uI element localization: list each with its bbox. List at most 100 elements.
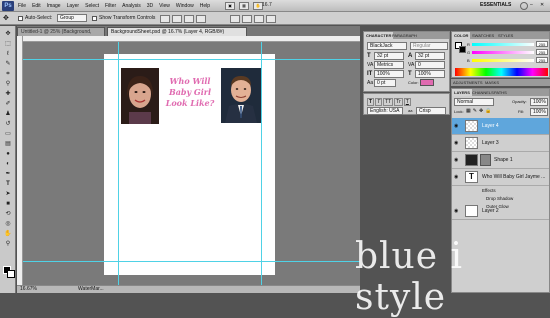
3d-orbit-tool-icon[interactable]: ◎ (3, 220, 13, 229)
visibility-eye-icon[interactable]: ◉ (454, 209, 459, 214)
status-zoom[interactable]: 16.67% (20, 285, 37, 293)
align-left-icon[interactable] (196, 15, 206, 23)
lasso-tool-icon[interactable]: ℓ (3, 50, 13, 59)
transform-controls-checkbox[interactable] (92, 16, 97, 21)
font-style-select[interactable]: Regular (410, 42, 448, 50)
distribute-top-icon[interactable] (230, 15, 240, 23)
baseline-shift-field[interactable]: 0 pt (374, 79, 396, 87)
3d-rotate-tool-icon[interactable]: ⟲ (3, 210, 13, 219)
tab-color[interactable]: COLOR (452, 32, 471, 39)
ruler-vertical[interactable] (17, 36, 23, 285)
font-size-field[interactable]: 32 pt (374, 52, 404, 60)
channel-b-value[interactable]: 255 (536, 57, 548, 63)
channel-g-value[interactable]: 255 (536, 49, 548, 55)
effects-label[interactable]: Effects (482, 188, 496, 193)
layer-name[interactable]: Layer 3 (482, 140, 499, 146)
dodge-tool-icon[interactable]: ◐ (3, 160, 13, 169)
zoom-tool-icon[interactable]: ⚲ (3, 240, 13, 249)
layer-row-shape-1[interactable]: ◉ Shape 1 (452, 152, 549, 169)
channel-r-slider[interactable] (472, 43, 534, 46)
align-top-icon[interactable] (160, 15, 170, 23)
taskbar-item[interactable]: WaterMar... (78, 285, 128, 293)
blur-tool-icon[interactable]: ● (3, 150, 13, 159)
clone-stamp-tool-icon[interactable]: ♟ (3, 110, 13, 119)
layer-name[interactable]: Layer 4 (482, 123, 499, 129)
type-tool-icon[interactable]: T (3, 180, 13, 189)
lock-transparency-icon[interactable]: ▦ (466, 108, 471, 114)
visibility-eye-icon[interactable]: ◉ (454, 141, 459, 146)
tab-background-sheet[interactable]: BackgroundSheet.psd @ 16.7% (Layer 4, RG… (107, 27, 247, 36)
pen-tool-icon[interactable]: ✒ (3, 170, 13, 179)
background-color-swatch[interactable] (7, 270, 15, 278)
gradient-tool-icon[interactable]: ▤ (3, 140, 13, 149)
visibility-eye-icon[interactable]: ◉ (454, 158, 459, 163)
vertical-scale-field[interactable]: 100% (374, 70, 404, 78)
menu-help[interactable]: Help (200, 3, 210, 9)
visibility-eye-icon[interactable]: ◉ (454, 124, 459, 129)
marquee-tool-icon[interactable]: ⬚ (3, 40, 13, 49)
search-icon[interactable] (520, 2, 528, 10)
layer-row-text[interactable]: ◉ T Who Will Baby Girl Jayme ... (452, 169, 549, 186)
menu-select[interactable]: Select (85, 3, 99, 9)
menu-window[interactable]: Window (176, 3, 194, 9)
distribute-middle-icon[interactable] (242, 15, 252, 23)
move-tool-icon[interactable]: ✥ (3, 14, 13, 23)
layer-row-layer-4[interactable]: ◉ Layer 4 (452, 118, 549, 135)
layer-name[interactable]: Shape 1 (494, 157, 513, 163)
antialias-select[interactable]: Crisp (416, 107, 446, 115)
color-background-swatch[interactable] (459, 46, 466, 53)
auto-select-checkbox[interactable] (18, 16, 23, 21)
menu-layer[interactable]: Layer (67, 3, 80, 9)
blend-mode-select[interactable]: Normal (454, 98, 494, 106)
tab-masks[interactable]: MASKS (483, 79, 501, 86)
healing-brush-tool-icon[interactable]: ✚ (3, 90, 13, 99)
color-spectrum-bar[interactable] (455, 68, 548, 76)
brush-tool-icon[interactable]: ✐ (3, 100, 13, 109)
move-tool-icon[interactable]: ✥ (3, 30, 13, 39)
minimize-icon[interactable]: – (530, 2, 535, 9)
ruler-horizontal[interactable] (17, 36, 360, 42)
distribute-bottom-icon[interactable] (254, 15, 264, 23)
faux-bold-icon[interactable]: T (367, 98, 375, 106)
path-select-tool-icon[interactable]: ➤ (3, 190, 13, 199)
kerning-field[interactable]: Metrics (374, 61, 404, 69)
text-color-swatch[interactable] (420, 79, 434, 86)
close-icon[interactable]: ✕ (540, 2, 546, 9)
bridge-icon[interactable]: ▣ (225, 2, 235, 10)
eraser-tool-icon[interactable]: ▭ (3, 130, 13, 139)
align-bottom-icon[interactable] (184, 15, 194, 23)
language-select[interactable]: English: USA (367, 107, 403, 115)
quick-select-tool-icon[interactable]: ✎ (3, 60, 13, 69)
layer-row-layer-3[interactable]: ◉ Layer 3 (452, 135, 549, 152)
tab-paragraph[interactable]: PARAGRAPH (390, 32, 419, 39)
menu-edit[interactable]: Edit (32, 3, 41, 9)
tab-swatches[interactable]: SWATCHES (470, 32, 496, 39)
font-family-select[interactable]: BlackJack (367, 42, 407, 50)
auto-align-icon[interactable] (266, 15, 276, 23)
channel-g-slider[interactable] (472, 51, 534, 54)
menu-view[interactable]: View (159, 3, 170, 9)
leading-field[interactable]: 32 pt (415, 52, 445, 60)
tab-character[interactable]: CHARACTER (364, 32, 394, 39)
tab-styles[interactable]: STYLES (496, 32, 515, 39)
menu-3d[interactable]: 3D (147, 3, 153, 9)
zoom-level[interactable]: 16.7 (262, 2, 272, 8)
tab-untitled-1[interactable]: Untitled-1 @ 25% (Background, RGB/8) (17, 27, 105, 44)
lock-position-icon[interactable]: ✥ (479, 108, 483, 114)
shape-tool-icon[interactable]: ■ (3, 200, 13, 209)
channel-b-slider[interactable] (472, 59, 534, 62)
history-brush-tool-icon[interactable]: ↺ (3, 120, 13, 129)
tab-layers[interactable]: LAYERS (452, 89, 472, 96)
opacity-field[interactable]: 100% (530, 98, 548, 106)
crop-tool-icon[interactable]: ⌗ (3, 70, 13, 79)
menu-image[interactable]: Image (47, 3, 61, 9)
eyedropper-tool-icon[interactable]: ⚲ (3, 80, 13, 89)
layer-row-layer-2[interactable]: ◉ Layer 2 (452, 203, 549, 220)
menu-analysis[interactable]: Analysis (122, 3, 141, 9)
workspace-switcher[interactable]: ESSENTIALS (480, 2, 511, 8)
lock-all-icon[interactable]: 🔒 (485, 108, 491, 114)
underline-icon[interactable]: T (403, 98, 411, 106)
all-caps-icon[interactable]: TT (383, 98, 394, 106)
menu-file[interactable]: File (18, 3, 26, 9)
minibridge-icon[interactable]: ▦ (239, 2, 249, 10)
